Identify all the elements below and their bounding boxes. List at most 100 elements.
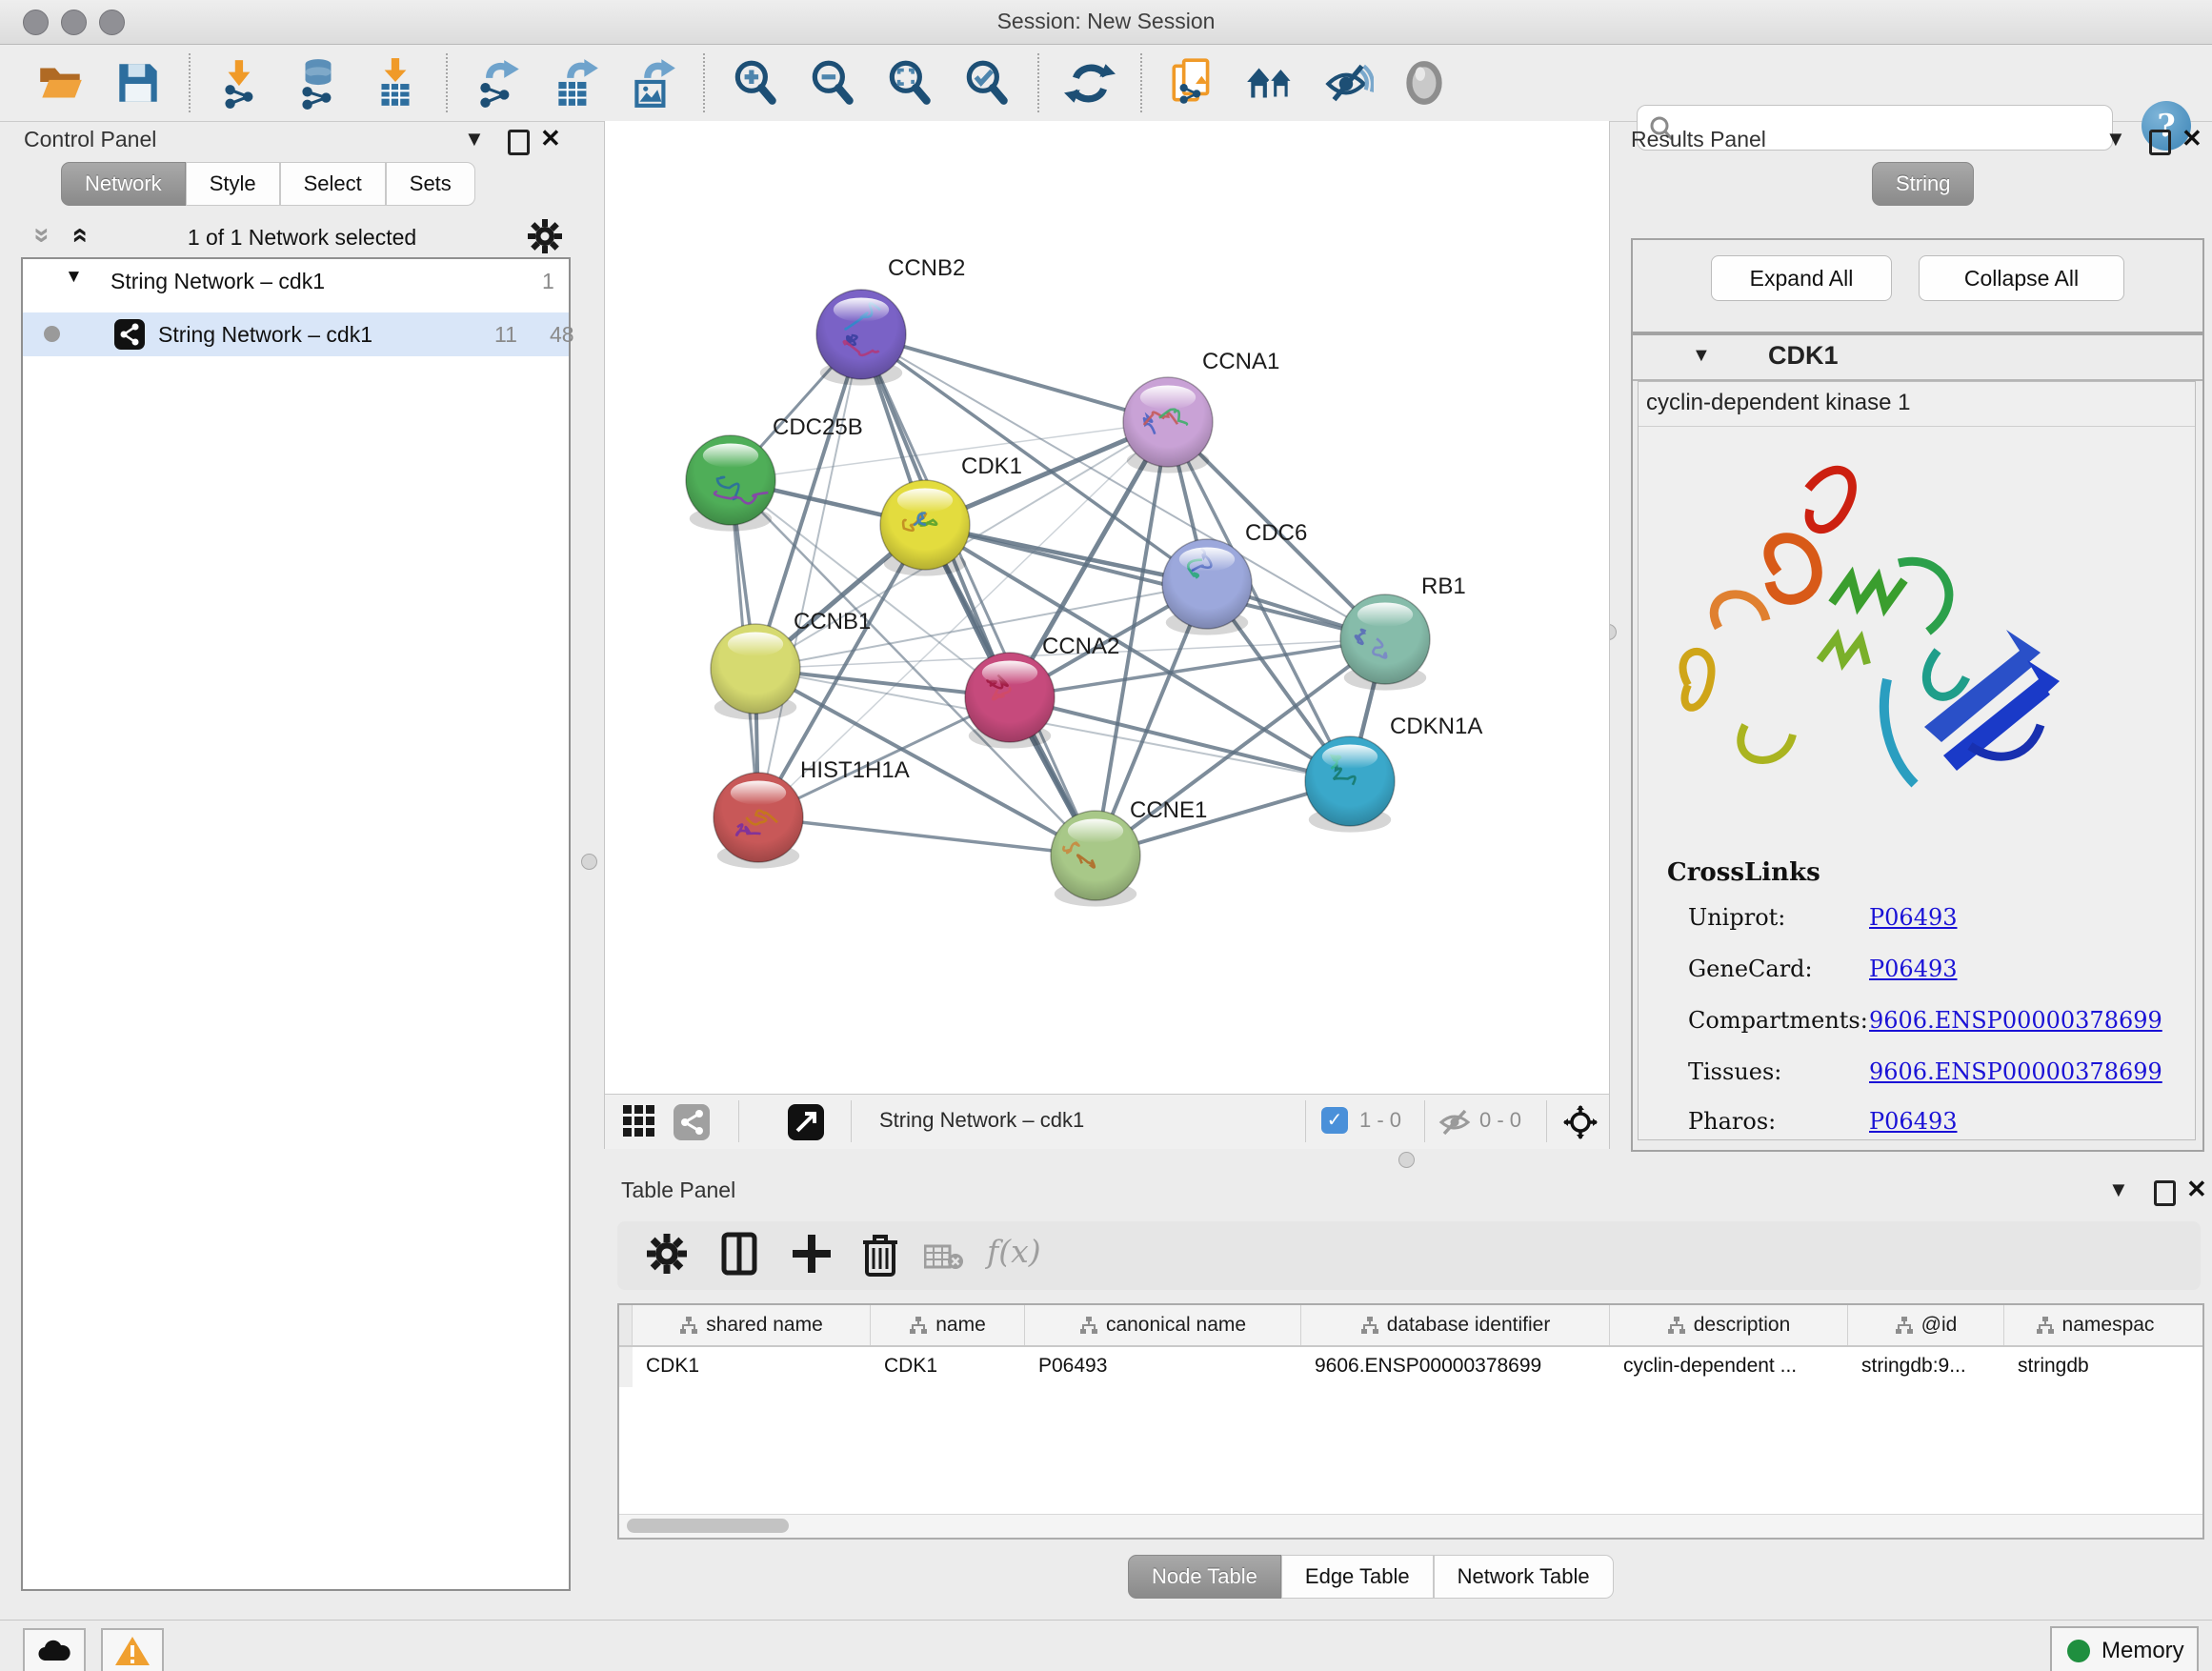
- column-header-id[interactable]: @id: [1848, 1305, 2004, 1345]
- new-network-from-selection-icon[interactable]: [1166, 56, 1219, 110]
- open-session-icon[interactable]: [34, 56, 88, 110]
- zoom-fit-icon[interactable]: [883, 56, 936, 110]
- graph-edge-HIST1H1A-CCNE1[interactable]: [758, 817, 1096, 856]
- export-network-icon[interactable]: [472, 56, 525, 110]
- gear-icon[interactable]: [644, 1231, 690, 1277]
- table-panel-float-button[interactable]: [2154, 1180, 2176, 1206]
- expand-all-networks-icon[interactable]: »: [64, 228, 92, 244]
- crosslink-uniprot-link[interactable]: P06493: [1869, 904, 1958, 931]
- zoom-in-icon[interactable]: [729, 56, 782, 110]
- hidden-eye-slash-icon[interactable]: [1438, 1108, 1472, 1137]
- birdseye-crosshair-icon[interactable]: [1563, 1105, 1598, 1139]
- cell-canonical-name[interactable]: P06493: [1025, 1347, 1301, 1387]
- gene-description: cyclin-dependent kinase 1: [1639, 382, 2195, 427]
- function-builder-icon[interactable]: f(x): [987, 1233, 1041, 1270]
- export-image-icon[interactable]: [626, 56, 679, 110]
- table-row[interactable]: CDK1 CDK1 P06493 9606.ENSP00000378699 cy…: [619, 1347, 2202, 1387]
- save-session-icon[interactable]: [111, 56, 165, 110]
- control-panel-menu-arrow[interactable]: ▼: [464, 127, 485, 151]
- import-network-database-icon[interactable]: [292, 56, 345, 110]
- cell-shared-name[interactable]: CDK1: [633, 1347, 871, 1387]
- show-hide-graphics-details-icon[interactable]: [1320, 56, 1374, 110]
- zoom-out-icon[interactable]: [806, 56, 859, 110]
- crosslink-pharos-link[interactable]: P06493: [1869, 1108, 1958, 1135]
- left-splitter-handle[interactable]: [581, 854, 597, 870]
- bottom-splitter-handle[interactable]: [1398, 1152, 1415, 1168]
- column-header-database-identifier[interactable]: database identifier: [1301, 1305, 1610, 1345]
- memory-button[interactable]: Memory: [2050, 1626, 2199, 1671]
- string-network-icon: [114, 319, 145, 350]
- graph-edge-CDK1-RB1[interactable]: [925, 525, 1385, 639]
- results-panel-close-button[interactable]: ✕: [2182, 124, 2202, 153]
- network-tree: ▼ String Network – cdk1 1 String Network…: [21, 257, 571, 1591]
- table-horizontal-scrollbar[interactable]: [619, 1514, 2202, 1538]
- results-panel-float-button[interactable]: [2149, 130, 2171, 155]
- graph-edge-CCNB2-CCNA1[interactable]: [861, 334, 1168, 422]
- network-options-gear-icon[interactable]: [526, 217, 564, 255]
- show-column-panel-icon[interactable]: [716, 1231, 762, 1277]
- gene-header-row[interactable]: ▼ CDK1: [1633, 333, 2202, 381]
- grid-view-icon[interactable]: [622, 1104, 656, 1138]
- network-canvas[interactable]: CCNB2CCNA1CDC25BCDK1CDC6RB1CCNB1CCNA2CDK…: [604, 121, 1610, 1094]
- tab-string[interactable]: String: [1872, 162, 1974, 206]
- network-selection-status: 1 of 1 Network selected: [126, 225, 478, 251]
- table-panel-menu-arrow[interactable]: ▼: [2108, 1178, 2129, 1202]
- cell-name[interactable]: CDK1: [871, 1347, 1025, 1387]
- add-column-icon[interactable]: [789, 1231, 835, 1277]
- scrollbar-thumb[interactable]: [627, 1519, 789, 1533]
- cell-id[interactable]: stringdb:9...: [1848, 1347, 2004, 1387]
- apply-layout-icon[interactable]: [1063, 56, 1116, 110]
- cell-database-identifier[interactable]: 9606.ENSP00000378699: [1301, 1347, 1610, 1387]
- network-row[interactable]: String Network – cdk1 11 48: [23, 312, 569, 356]
- column-header-name[interactable]: name: [871, 1305, 1025, 1345]
- column-header-canonical-name[interactable]: canonical name: [1025, 1305, 1301, 1345]
- delete-table-icon[interactable]: [924, 1242, 964, 1271]
- zoom-selected-icon[interactable]: [960, 56, 1014, 110]
- network-collection-row[interactable]: ▼ String Network – cdk1 1: [23, 259, 569, 312]
- cell-namespace[interactable]: stringdb: [2004, 1347, 2185, 1387]
- tab-sets[interactable]: Sets: [386, 162, 475, 206]
- tab-node-table[interactable]: Node Table: [1128, 1555, 1281, 1599]
- control-panel-close-button[interactable]: ✕: [540, 124, 561, 153]
- selected-checkbox[interactable]: ✓: [1321, 1107, 1348, 1134]
- network-edge-count: 48: [550, 322, 574, 348]
- collapse-all-button[interactable]: Collapse All: [1919, 255, 2124, 301]
- graph-node-label: RB1: [1421, 574, 1466, 599]
- control-panel-float-button[interactable]: [508, 130, 530, 155]
- cloud-button[interactable]: [23, 1628, 86, 1671]
- results-panel-menu-arrow[interactable]: ▼: [2105, 127, 2126, 151]
- warning-button[interactable]: [101, 1628, 164, 1671]
- open-in-new-icon[interactable]: [788, 1104, 824, 1140]
- export-table-icon[interactable]: [549, 56, 602, 110]
- column-header-namespace[interactable]: namespac: [2004, 1305, 2185, 1345]
- results-panel-tabs: String: [1872, 162, 1974, 206]
- collection-expand-icon[interactable]: ▼: [65, 267, 83, 288]
- share-view-icon[interactable]: [674, 1104, 710, 1140]
- crosslink-label: Pharos:: [1688, 1108, 1776, 1135]
- import-network-file-icon[interactable]: [214, 56, 268, 110]
- table-panel-close-button[interactable]: ✕: [2186, 1175, 2207, 1204]
- expand-all-button[interactable]: Expand All: [1711, 255, 1892, 301]
- tab-select[interactable]: Select: [280, 162, 386, 206]
- collection-name: String Network – cdk1: [111, 269, 325, 294]
- collapse-all-networks-icon[interactable]: »: [28, 228, 56, 244]
- cloud-icon: [35, 1636, 73, 1664]
- gene-collapse-icon[interactable]: ▼: [1692, 345, 1711, 367]
- cell-description[interactable]: cyclin-dependent ...: [1610, 1347, 1848, 1387]
- eye-icon[interactable]: [1398, 56, 1451, 110]
- column-type-icon: [1079, 1317, 1098, 1334]
- tab-network[interactable]: Network: [61, 162, 186, 206]
- crosslink-tissues-link[interactable]: 9606.ENSP00000378699: [1869, 1058, 2162, 1085]
- first-neighbors-icon[interactable]: [1243, 56, 1297, 110]
- tab-style[interactable]: Style: [186, 162, 280, 206]
- network-graph: CCNB2CCNA1CDC25BCDK1CDC6RB1CCNB1CCNA2CDK…: [605, 121, 1609, 1094]
- delete-column-icon[interactable]: [857, 1231, 903, 1277]
- column-header-description[interactable]: description: [1610, 1305, 1848, 1345]
- crosslink-compartments-link[interactable]: 9606.ENSP00000378699: [1869, 1007, 2162, 1034]
- crosslink-genecard-link[interactable]: P06493: [1869, 956, 1958, 982]
- column-header-shared-name[interactable]: shared name: [633, 1305, 871, 1345]
- tab-network-table[interactable]: Network Table: [1434, 1555, 1614, 1599]
- import-table-file-icon[interactable]: [369, 56, 422, 110]
- graph-edge-CCNB2-HIST1H1A[interactable]: [758, 334, 861, 817]
- tab-edge-table[interactable]: Edge Table: [1281, 1555, 1434, 1599]
